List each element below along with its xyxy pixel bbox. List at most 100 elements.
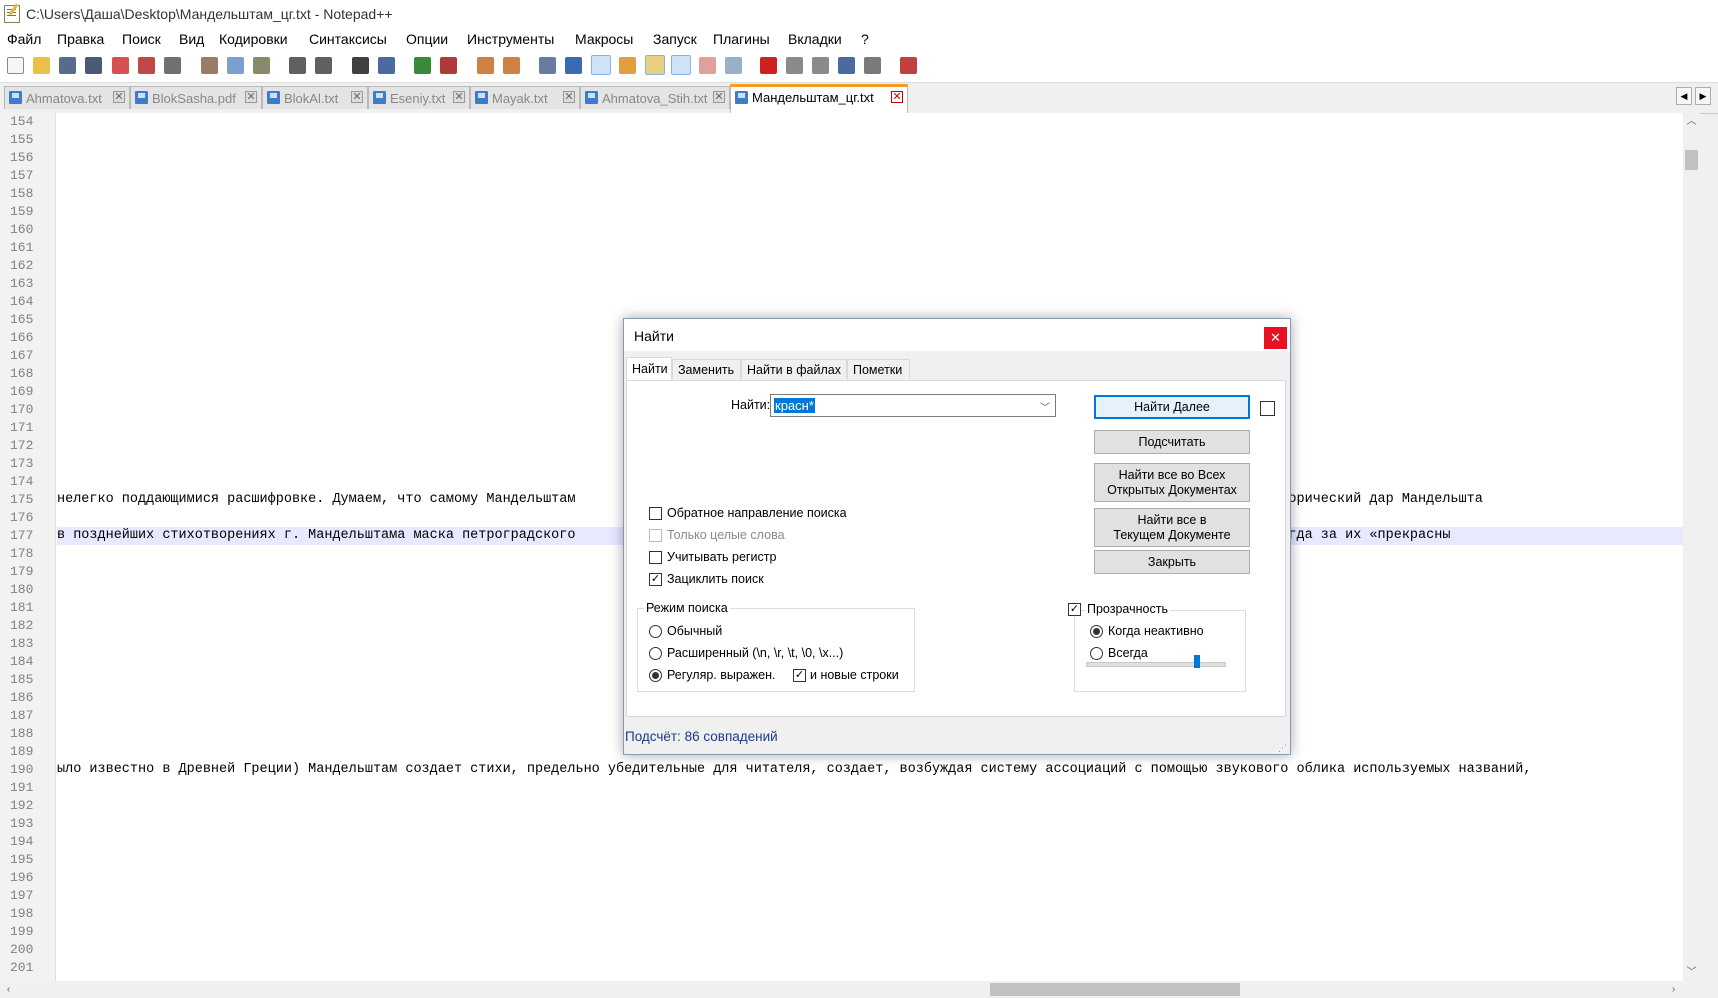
find-input[interactable]: красн* ﹀ [770,394,1056,417]
tab-eseniy[interactable]: Eseniy.txt ✕ [368,86,470,109]
print-icon[interactable] [164,57,181,74]
whole-word-checkbox[interactable] [649,529,662,542]
tabs-scroll-left-icon[interactable]: ◀ [1676,87,1692,105]
open-file-icon[interactable] [33,57,50,74]
tab-close-icon[interactable]: ✕ [891,91,903,103]
tab-blokal[interactable]: BlokAl.txt ✕ [262,86,368,109]
redo-icon[interactable] [315,57,332,74]
tab-bloksasha[interactable]: BlokSasha.pdf ✕ [130,86,262,109]
zoom-out-icon[interactable] [440,57,457,74]
new-file-icon[interactable] [7,57,24,74]
dialog-title-bar[interactable]: Найти ✕ [624,319,1290,351]
vertical-scroll-thumb[interactable] [1685,150,1698,170]
transparency-inactive-radio[interactable] [1090,625,1103,638]
save-macro-icon[interactable] [864,57,881,74]
zoom-in-icon[interactable] [414,57,431,74]
mode-extended-radio[interactable] [649,647,662,660]
folder-workspace-icon[interactable] [699,57,716,74]
find-next-option-checkbox[interactable] [1260,401,1275,416]
menu-view[interactable]: Вид [179,31,204,47]
menu-encoding[interactable]: Кодировки [219,31,288,47]
word-wrap-icon[interactable] [539,57,556,74]
scroll-left-icon[interactable]: ‹ [0,981,17,998]
spell-check-icon[interactable] [900,57,917,74]
tab-find-in-files[interactable]: Найти в файлах [741,359,847,379]
close-button[interactable]: Закрыть [1094,550,1250,574]
monitoring-icon[interactable] [725,57,742,74]
scroll-up-icon[interactable]: ︿ [1683,113,1700,130]
wrap-around-checkbox[interactable]: ✓ [649,573,662,586]
tab-close-icon[interactable]: ✕ [245,91,257,103]
tab-close-icon[interactable]: ✕ [713,91,725,103]
stop-macro-icon[interactable] [786,57,803,74]
tab-find[interactable]: Найти [626,357,672,381]
horizontal-scroll-thumb[interactable] [990,983,1240,996]
count-button[interactable]: Подсчитать [1094,430,1250,454]
find-all-open-docs-button[interactable]: Найти все во Всех Открытых Документах [1094,463,1250,502]
file-icon [475,91,488,104]
tab-close-icon[interactable]: ✕ [351,91,363,103]
tab-close-icon[interactable]: ✕ [113,91,125,103]
close-file-icon[interactable] [112,57,129,74]
indent-guide-icon[interactable] [591,55,611,75]
save-all-icon[interactable] [85,57,102,74]
copy-icon[interactable] [227,57,244,74]
horizontal-scrollbar[interactable]: ‹ › [0,981,1683,998]
tab-close-icon[interactable]: ✕ [453,91,465,103]
tab-ahmatova-stih[interactable]: Ahmatova_Stih.txt ✕ [580,86,730,109]
scroll-down-icon[interactable]: ﹀ [1683,964,1700,981]
play-macro-icon[interactable] [812,57,829,74]
line-number: 184 [10,654,34,669]
replace-icon[interactable] [378,57,395,74]
transparency-slider-thumb[interactable] [1194,655,1200,668]
run-macro-multiple-icon[interactable] [838,57,855,74]
close-all-icon[interactable] [138,57,155,74]
resize-grip-icon[interactable]: ⋰ [1278,743,1287,754]
vertical-scrollbar[interactable]: ︿ ﹀ [1683,113,1700,981]
scroll-right-icon[interactable]: › [1665,981,1682,998]
menu-options[interactable]: Опции [406,31,448,47]
undo-icon[interactable] [289,57,306,74]
chevron-down-icon[interactable]: ﹀ [1040,399,1050,414]
function-list-icon[interactable] [671,55,691,75]
tab-marks[interactable]: Пометки [847,359,910,379]
find-all-current-doc-button[interactable]: Найти все в Текущем Документе [1094,508,1250,547]
menu-file[interactable]: Файл [7,31,41,47]
tabs-scroll-right-icon[interactable]: ▶ [1695,87,1711,105]
paste-icon[interactable] [253,57,270,74]
tab-mandelshtam[interactable]: Мандельштам_цг.txt ✕ [730,84,908,113]
menu-run[interactable]: Запуск [653,31,697,47]
mode-normal-radio[interactable] [649,625,662,638]
menu-plugins[interactable]: Плагины [713,31,770,47]
cut-icon[interactable] [201,57,218,74]
match-case-checkbox[interactable] [649,551,662,564]
tab-close-icon[interactable]: ✕ [563,91,575,103]
tab-replace[interactable]: Заменить [672,359,741,379]
menu-syntax[interactable]: Синтаксисы [309,31,387,47]
menu-search[interactable]: Поиск [122,31,161,47]
sync-vertical-icon[interactable] [477,57,494,74]
sync-horizontal-icon[interactable] [503,57,520,74]
transparency-slider[interactable] [1086,662,1226,667]
backward-checkbox[interactable] [649,507,662,520]
tab-mayak[interactable]: Mayak.txt ✕ [470,86,580,109]
regex-newline-checkbox[interactable]: ✓ [793,669,806,682]
menu-help[interactable]: ? [861,31,869,47]
save-icon[interactable] [59,57,76,74]
menu-edit[interactable]: Правка [57,31,104,47]
transparency-always-radio[interactable] [1090,647,1103,660]
dialog-close-icon[interactable]: ✕ [1264,327,1287,349]
doc-map-icon[interactable] [645,55,665,75]
record-macro-icon[interactable] [760,57,777,74]
user-lang-icon[interactable] [619,57,636,74]
find-next-button[interactable]: Найти Далее [1094,395,1250,419]
tab-ahmatova[interactable]: Ahmatova.txt ✕ [4,86,130,109]
find-icon[interactable] [352,57,369,74]
show-all-chars-icon[interactable] [565,57,582,74]
menu-tabs[interactable]: Вкладки [788,31,842,47]
menu-tools[interactable]: Инструменты [467,31,554,47]
transparency-checkbox[interactable]: ✓ [1068,603,1081,616]
title-bar: C:\Users\Даша\Desktop\Мандельштам_цг.txt… [0,0,1718,28]
mode-regex-radio[interactable] [649,669,662,682]
menu-macros[interactable]: Макросы [575,31,633,47]
